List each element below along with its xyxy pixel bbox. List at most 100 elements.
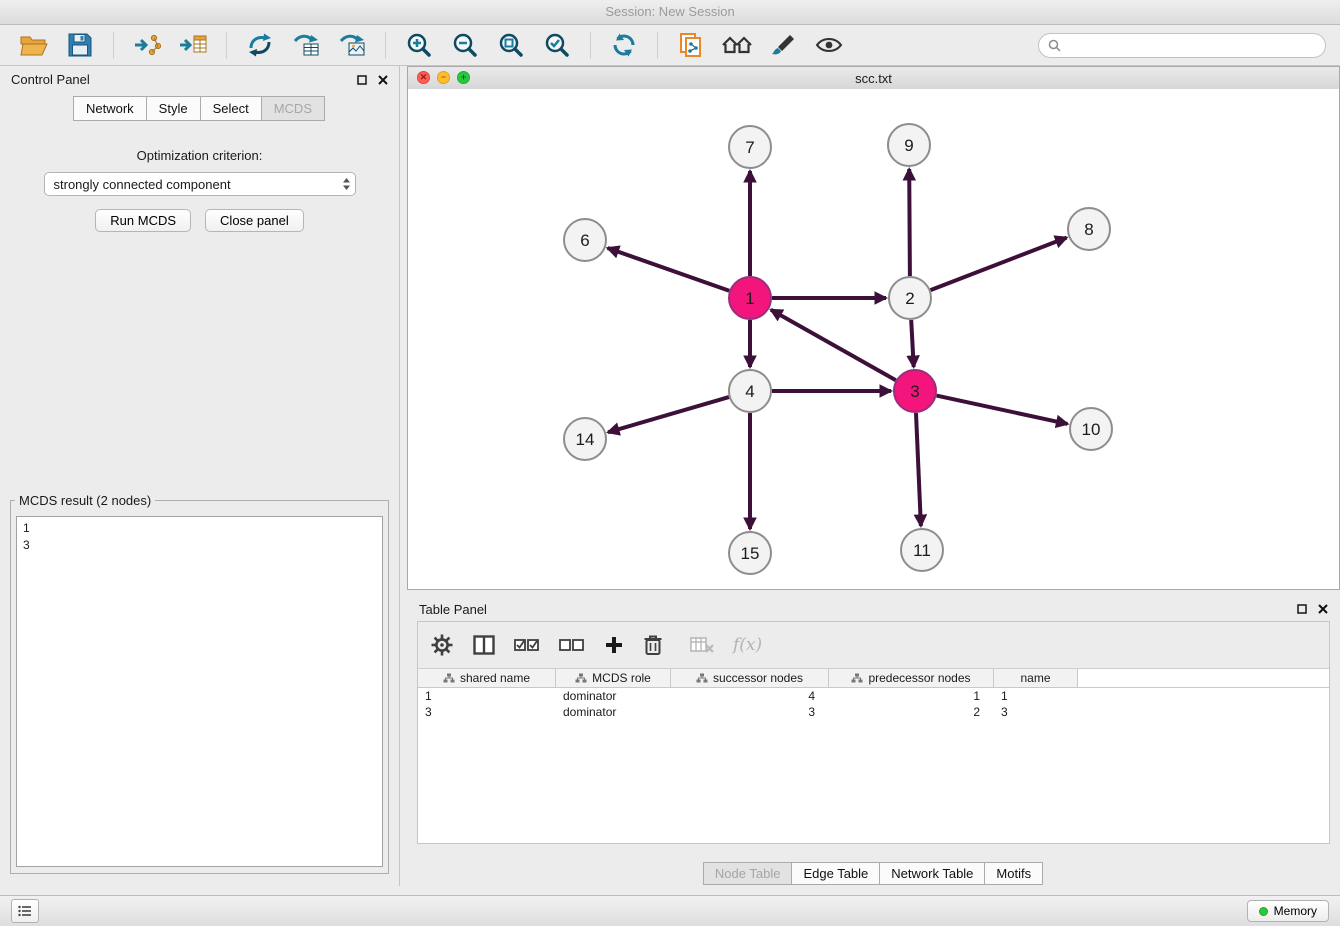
zoom-selected-button[interactable] [537, 28, 577, 62]
criterion-dropdown[interactable]: strongly connected component [44, 172, 356, 196]
tab-style[interactable]: Style [146, 96, 201, 121]
task-history-button[interactable] [11, 899, 39, 923]
network-graph[interactable]: 7 9 6 8 1 2 3 4 14 10 15 11 [408, 89, 1339, 590]
mcds-result-title: MCDS result (2 nodes) [15, 493, 155, 508]
column-header-mcds-role[interactable]: MCDS role [556, 669, 671, 688]
graph-edge-3-10[interactable] [937, 396, 1068, 424]
graph-edge-2-9[interactable] [909, 169, 910, 276]
cell-shared-name[interactable]: 3 [418, 704, 556, 720]
graph-node-1[interactable]: 1 [729, 277, 771, 319]
zoom-out-button[interactable] [445, 28, 485, 62]
graph-edge-3-11[interactable] [916, 413, 921, 526]
graph-node-2[interactable]: 2 [889, 277, 931, 319]
deselect-all-columns-icon[interactable] [559, 637, 585, 653]
select-all-columns-icon[interactable] [514, 637, 540, 653]
refresh-layout-button[interactable] [604, 28, 644, 62]
column-header-shared-name[interactable]: shared name [418, 669, 556, 688]
graph-node-11[interactable]: 11 [901, 529, 943, 571]
new-network-button[interactable] [240, 28, 280, 62]
graph-node-10[interactable]: 10 [1070, 408, 1112, 450]
cell-successor-nodes[interactable]: 4 [671, 688, 829, 704]
minimize-window-button[interactable]: − [437, 71, 450, 84]
toolbar-separator [590, 32, 591, 59]
network-canvas[interactable]: 7 9 6 8 1 2 3 4 14 10 15 11 [408, 89, 1339, 589]
graph-node-3[interactable]: 3 [894, 370, 936, 412]
svg-text:4: 4 [745, 382, 754, 401]
table-toolbar: f(x) [418, 622, 1329, 669]
graph-node-6[interactable]: 6 [564, 219, 606, 261]
column-header-predecessor-nodes[interactable]: predecessor nodes [829, 669, 994, 688]
tab-edge-table[interactable]: Edge Table [791, 862, 880, 885]
control-panel-tabs: Network Style Select MCDS [0, 96, 399, 121]
maximize-panel-icon[interactable] [1297, 604, 1307, 614]
cell-successor-nodes[interactable]: 3 [671, 704, 829, 720]
graph-edge-4-14[interactable] [608, 397, 729, 432]
cell-mcds-role[interactable]: dominator [556, 704, 671, 720]
column-header-name[interactable]: name [994, 669, 1078, 688]
tab-mcds[interactable]: MCDS [261, 96, 325, 121]
import-table-file-button[interactable] [173, 28, 213, 62]
svg-text:15: 15 [741, 544, 760, 563]
status-bar: Memory [0, 895, 1340, 926]
tab-motifs[interactable]: Motifs [984, 862, 1043, 885]
graph-node-8[interactable]: 8 [1068, 208, 1110, 250]
tab-network[interactable]: Network [73, 96, 147, 121]
maximize-panel-icon[interactable] [357, 75, 367, 85]
graph-edge-2-8[interactable] [931, 238, 1067, 291]
column-header-successor-nodes[interactable]: successor nodes [671, 669, 829, 688]
clone-network-button[interactable] [286, 28, 326, 62]
search-input[interactable] [1067, 37, 1316, 54]
graph-edge-1-6[interactable] [608, 248, 730, 291]
export-image-button[interactable] [332, 28, 372, 62]
save-session-button[interactable] [60, 28, 100, 62]
zoom-window-button[interactable]: + [457, 71, 470, 84]
memory-label: Memory [1274, 904, 1317, 918]
cell-mcds-role[interactable]: dominator [556, 688, 671, 704]
column-type-icon [696, 673, 708, 683]
close-panel-icon[interactable] [378, 75, 388, 85]
graph-node-14[interactable]: 14 [564, 418, 606, 460]
show-graphics-button[interactable] [809, 28, 849, 62]
close-panel-button[interactable]: Close panel [205, 209, 304, 232]
control-panel: Control Panel Network Style Select MCDS … [0, 66, 400, 886]
cell-name[interactable]: 3 [994, 704, 1078, 720]
import-network-icon [133, 33, 161, 57]
home-button[interactable] [717, 28, 757, 62]
gear-icon[interactable] [430, 633, 454, 657]
zoom-in-button[interactable] [399, 28, 439, 62]
tab-network-table[interactable]: Network Table [879, 862, 985, 885]
search-box[interactable] [1038, 33, 1326, 58]
cell-name[interactable]: 1 [994, 688, 1078, 704]
column-label: name [1020, 671, 1050, 685]
zoom-fit-button[interactable] [491, 28, 531, 62]
memory-button[interactable]: Memory [1247, 900, 1329, 922]
svg-text:7: 7 [745, 138, 754, 157]
graph-node-4[interactable]: 4 [729, 370, 771, 412]
add-column-icon[interactable] [604, 635, 624, 655]
graph-edge-3-1[interactable] [771, 310, 896, 380]
open-recent-session-button[interactable] [671, 28, 711, 62]
cell-predecessor-nodes[interactable]: 2 [829, 704, 994, 720]
style-button[interactable] [763, 28, 803, 62]
memory-status-icon [1259, 907, 1268, 916]
graph-node-9[interactable]: 9 [888, 124, 930, 166]
open-session-button[interactable] [14, 28, 54, 62]
run-mcds-button[interactable]: Run MCDS [95, 209, 191, 232]
cell-shared-name[interactable]: 1 [418, 688, 556, 704]
svg-text:10: 10 [1082, 420, 1101, 439]
trash-icon[interactable] [643, 634, 663, 656]
tab-node-table[interactable]: Node Table [703, 862, 793, 885]
mcds-result-line: 3 [23, 537, 376, 554]
column-type-icon [575, 673, 587, 683]
import-network-file-button[interactable] [127, 28, 167, 62]
tab-select[interactable]: Select [200, 96, 262, 121]
split-columns-icon[interactable] [473, 635, 495, 655]
close-window-button[interactable]: ✕ [417, 71, 430, 84]
graph-edge-2-3[interactable] [911, 320, 914, 367]
zoom-in-icon [406, 32, 432, 58]
graph-node-15[interactable]: 15 [729, 532, 771, 574]
close-panel-icon[interactable] [1318, 604, 1328, 614]
graph-node-7[interactable]: 7 [729, 126, 771, 168]
window-title: Session: New Session [0, 0, 1340, 25]
cell-predecessor-nodes[interactable]: 1 [829, 688, 994, 704]
